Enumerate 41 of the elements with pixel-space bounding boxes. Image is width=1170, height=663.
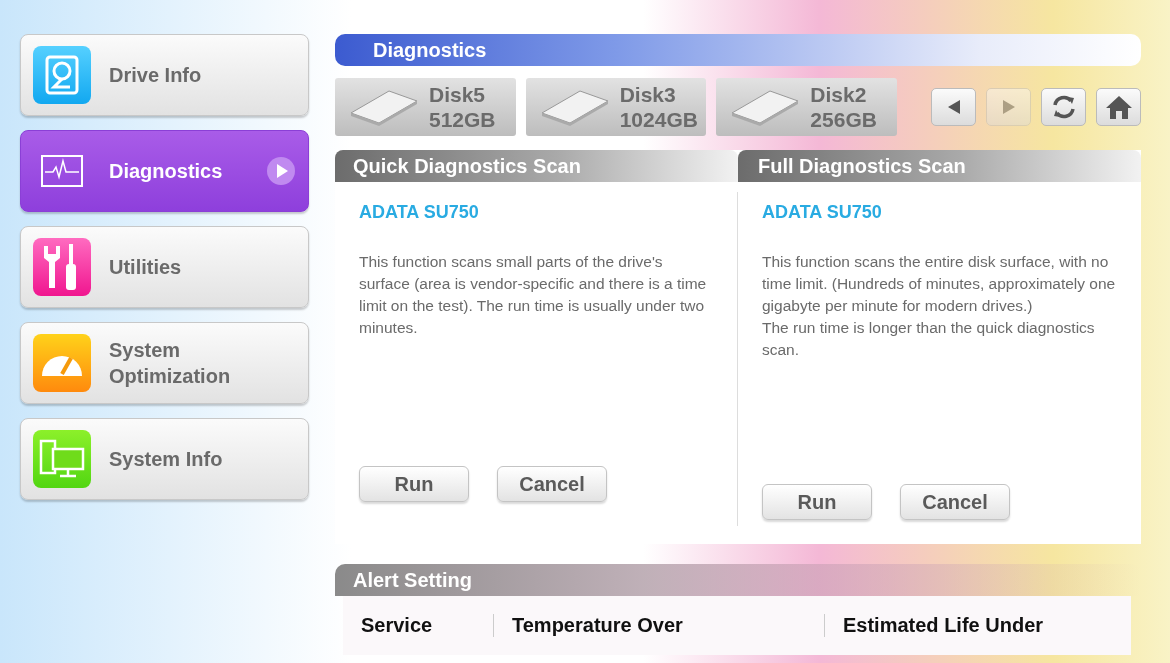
disk-size: 1024GB bbox=[619, 107, 698, 132]
sidebar-item[interactable]: Drive Info bbox=[20, 34, 309, 116]
ssd-drive-icon bbox=[730, 87, 801, 127]
scan-description: This function scans small parts of the drive's surface (area is vendor-specific and there is a time limit on the test). The run time is usually under two minutes. bbox=[359, 252, 708, 338]
refresh-icon bbox=[1050, 94, 1077, 120]
heartbeat-monitor-icon bbox=[41, 155, 83, 187]
scan-title: Quick Diagnostics Scan bbox=[335, 150, 738, 182]
scan-action-button[interactable]: Run bbox=[359, 466, 469, 502]
disk-tab[interactable]: Disk5 512GB bbox=[335, 78, 516, 136]
left-arrow-icon bbox=[946, 99, 961, 115]
ssd-drive-icon bbox=[349, 87, 419, 127]
disk-name: Disk2 bbox=[810, 82, 868, 107]
column-header: Temperature Over bbox=[511, 614, 684, 637]
disk-tab[interactable]: Disk3 1024GB bbox=[525, 78, 707, 136]
scan-action-button[interactable]: Run bbox=[762, 484, 872, 520]
computer-icon bbox=[39, 439, 85, 479]
scan-action-button[interactable]: Cancel bbox=[497, 466, 607, 502]
home-button[interactable] bbox=[1096, 88, 1141, 126]
right-arrow-icon bbox=[1001, 99, 1016, 115]
column-header: Service bbox=[360, 614, 434, 637]
disk-size: 512GB bbox=[429, 107, 496, 132]
scan-title: Full Diagnostics Scan bbox=[738, 150, 1141, 182]
column-header: Estimated Life Under bbox=[842, 614, 1045, 637]
back-button[interactable] bbox=[931, 88, 976, 126]
section-title: Diagnostics bbox=[335, 34, 1141, 66]
disk-name: Disk3 bbox=[619, 82, 677, 107]
sidebar-item[interactable]: System Info bbox=[20, 418, 309, 500]
scan-action-button[interactable]: Cancel bbox=[900, 484, 1010, 520]
hard-drive-icon bbox=[44, 55, 80, 95]
disk-tab[interactable]: Disk2 256GB bbox=[716, 78, 897, 136]
drive-model: ADATA SU750 bbox=[762, 202, 883, 223]
disk-size: 256GB bbox=[810, 107, 877, 132]
sidebar-item[interactable]: Utilities bbox=[20, 226, 309, 308]
drive-model: ADATA SU750 bbox=[359, 202, 480, 223]
scan-description: This function scans the entire disk surface, with no time limit. (Hundreds of minutes, approximately one gigabyte per minute for modern drives.) The run time is longer than the quick diagnostics scan. bbox=[762, 252, 1117, 360]
sidebar-item[interactable]: Diagnostics bbox=[20, 130, 309, 212]
ssd-drive-icon bbox=[539, 87, 610, 127]
disk-name: Disk5 bbox=[429, 82, 487, 107]
sidebar-item[interactable]: System Optimization bbox=[20, 322, 309, 404]
home-icon bbox=[1104, 94, 1133, 120]
refresh-button[interactable] bbox=[1041, 88, 1086, 126]
